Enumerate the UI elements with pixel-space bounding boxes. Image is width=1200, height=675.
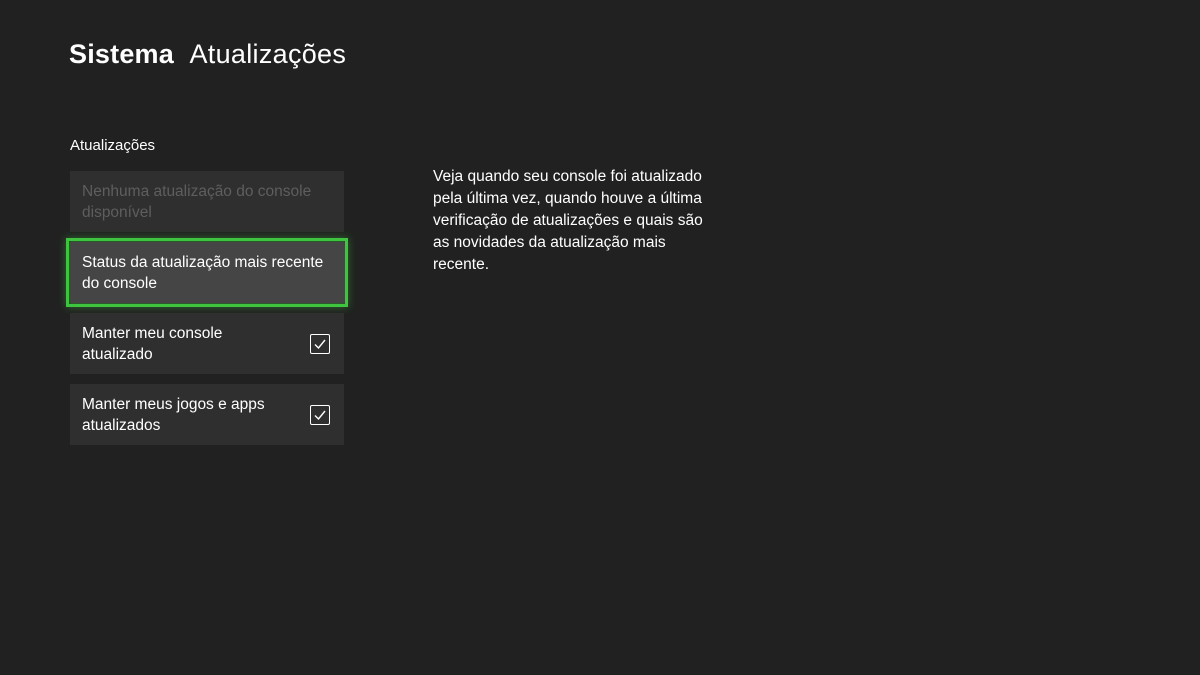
keep-games-apps-updated-toggle[interactable]: Manter meus jogos e apps atualizados [70, 384, 344, 445]
latest-update-status-button[interactable]: Status da atualização mais recente do co… [66, 238, 348, 307]
updates-group-label: Atualizações [70, 137, 156, 154]
checkbox-checked-icon[interactable] [310, 405, 330, 425]
updates-settings-list: Nenhuma atualização do console disponíve… [66, 171, 348, 445]
no-update-available-label: Nenhuma atualização do console disponíve… [82, 183, 312, 221]
checkbox-checked-icon[interactable] [310, 334, 330, 354]
latest-update-status-label: Status da atualização mais recente do co… [82, 254, 324, 292]
page-title: Sistema Atualizações [69, 36, 346, 72]
focused-item-description: Veja quando seu console foi atualizado p… [433, 168, 703, 273]
keep-games-apps-updated-label: Manter meus jogos e apps atualizados [82, 396, 265, 434]
keep-console-updated-toggle[interactable]: Manter meu console atualizado [70, 313, 344, 374]
keep-console-updated-label: Manter meu console atualizado [82, 325, 223, 363]
page-title-subsection: Atualizações [189, 39, 347, 69]
page-title-section: Sistema [69, 39, 174, 69]
no-update-available-item: Nenhuma atualização do console disponíve… [70, 171, 344, 232]
